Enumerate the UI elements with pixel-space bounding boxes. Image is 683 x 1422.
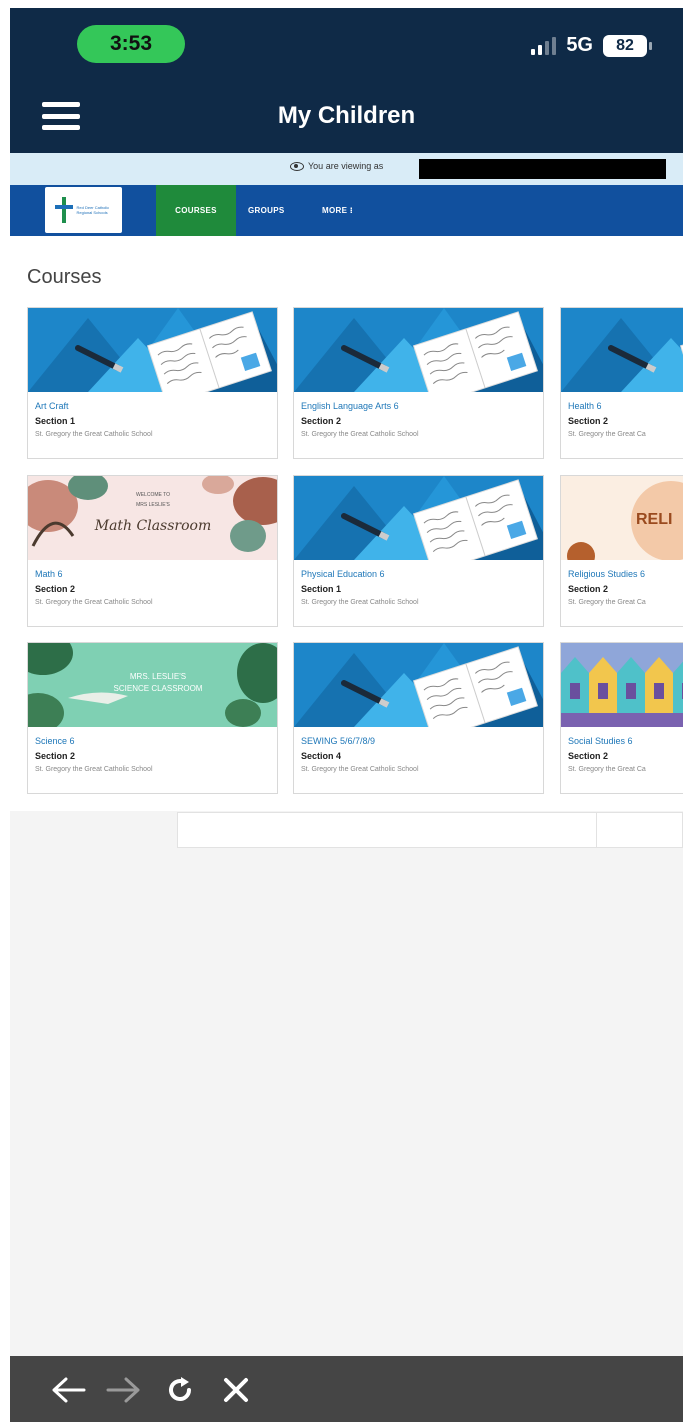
course-banner-image: [561, 643, 683, 727]
course-name[interactable]: Art Craft: [35, 401, 69, 411]
battery-icon: 82: [603, 34, 652, 57]
svg-text:RELI: RELI: [636, 511, 672, 528]
page-title: My Children: [277, 102, 416, 129]
course-banner-image: [28, 308, 277, 392]
courses-heading: Courses: [27, 266, 102, 288]
svg-text:Math Classroom: Math Classroom: [94, 518, 212, 534]
reload-icon[interactable]: [160, 1370, 200, 1410]
course-card[interactable]: Physical Education 6 Section 1 St. Gregory…: [293, 475, 544, 627]
logo-text: Red Deer Catholic Regional Schools: [76, 205, 110, 215]
course-school: St. Gregory the Great Ca: [568, 599, 646, 606]
forward-arrow-icon[interactable]: [104, 1370, 144, 1410]
course-school: St. Gregory the Great Ca: [568, 766, 646, 773]
courses-content: Courses Art Craft Section 1 St. Gregory th…: [10, 236, 683, 811]
course-name[interactable]: Health 6: [568, 401, 602, 411]
course-name[interactable]: SEWING 5/6/7/8/9: [301, 736, 375, 746]
empty-panel: [177, 812, 683, 848]
svg-text:MRS. LESLIE'S: MRS. LESLIE'S: [130, 672, 186, 681]
course-banner-image: [294, 643, 543, 727]
course-card[interactable]: SEWING 5/6/7/8/9 Section 4 St. Gregory the…: [293, 642, 544, 794]
course-banner-image: [561, 308, 683, 392]
status-time: 3:53: [77, 25, 185, 63]
lms-nav: Red Deer Catholic Regional Schools COURS…: [10, 185, 683, 236]
network-type: 5G: [566, 34, 593, 56]
svg-text:MRS LESLIE'S: MRS LESLIE'S: [136, 502, 170, 508]
course-card[interactable]: Social Studies 6 Section 2 St. Gregory the…: [560, 642, 683, 794]
course-school: St. Gregory the Great Catholic School: [35, 599, 153, 606]
course-section: Section 2: [568, 416, 609, 426]
course-name[interactable]: Physical Education 6: [301, 569, 385, 579]
svg-text:WELCOME TO: WELCOME TO: [136, 492, 170, 498]
course-banner-image: [294, 476, 543, 560]
course-section: Section 1: [35, 416, 76, 426]
course-banner-image: [294, 308, 543, 392]
course-banner-image: WELCOME TO MRS LESLIE'S Math Classroom: [28, 476, 277, 560]
signal-icon: [531, 36, 557, 55]
tab-groups[interactable]: GROUPS: [248, 185, 284, 236]
course-section: Section 2: [35, 751, 76, 761]
viewing-as-text: You are viewing as: [308, 161, 384, 171]
redacted-name: [419, 159, 666, 179]
course-card[interactable]: English Language Arts 6 Section 2 St. Greg…: [293, 307, 544, 459]
course-section: Section 2: [301, 416, 342, 426]
course-school: St. Gregory the Great Catholic School: [301, 599, 419, 606]
phone-frame: 3:53 5G 82 My Children You are viewing a…: [10, 8, 683, 1422]
close-icon[interactable]: [216, 1370, 256, 1410]
course-school: St. Gregory the Great Ca: [568, 431, 646, 438]
course-section: Section 1: [301, 584, 342, 594]
course-banner-image: MRS. LESLIE'S SCIENCE CLASSROOM: [28, 643, 277, 727]
course-name[interactable]: Religious Studies 6: [568, 569, 645, 579]
course-card[interactable]: MRS. LESLIE'S SCIENCE CLASSROOM Science 6 S…: [27, 642, 278, 794]
viewing-as-banner: You are viewing as: [10, 153, 683, 185]
eye-icon: [290, 161, 304, 171]
tab-more[interactable]: MORE ⁝: [322, 185, 353, 236]
course-school: St. Gregory the Great Catholic School: [35, 431, 153, 438]
status-indicators: 5G 82: [531, 34, 652, 57]
cross-logo-icon: [54, 197, 73, 223]
course-section: Section 2: [568, 584, 609, 594]
back-arrow-icon[interactable]: [48, 1370, 88, 1410]
course-section: Section 2: [35, 584, 76, 594]
course-card[interactable]: Health 6 Section 2 St. Gregory the Great C…: [560, 307, 683, 459]
course-name[interactable]: Social Studies 6: [568, 736, 633, 746]
course-section: Section 4: [301, 751, 342, 761]
course-school: St. Gregory the Great Catholic School: [301, 766, 419, 773]
course-school: St. Gregory the Great Catholic School: [35, 766, 153, 773]
course-school: St. Gregory the Great Catholic School: [301, 431, 419, 438]
app-header: 3:53 5G 82 My Children: [10, 8, 683, 153]
school-logo[interactable]: Red Deer Catholic Regional Schools: [45, 187, 122, 233]
browser-toolbar: [10, 1356, 683, 1422]
course-card[interactable]: Art Craft Section 1 St. Gregory the Great …: [27, 307, 278, 459]
course-name[interactable]: English Language Arts 6: [301, 401, 399, 411]
course-banner-image: RELI: [561, 476, 683, 560]
course-card[interactable]: WELCOME TO MRS LESLIE'S Math Classroom Math…: [27, 475, 278, 627]
course-name[interactable]: Math 6: [35, 569, 63, 579]
course-section: Section 2: [568, 751, 609, 761]
course-name[interactable]: Science 6: [35, 736, 75, 746]
course-card[interactable]: RELI Religious Studies 6 Section 2 St. Greg…: [560, 475, 683, 627]
svg-text:SCIENCE CLASSROOM: SCIENCE CLASSROOM: [114, 684, 203, 693]
tab-courses[interactable]: COURSES: [156, 185, 236, 236]
